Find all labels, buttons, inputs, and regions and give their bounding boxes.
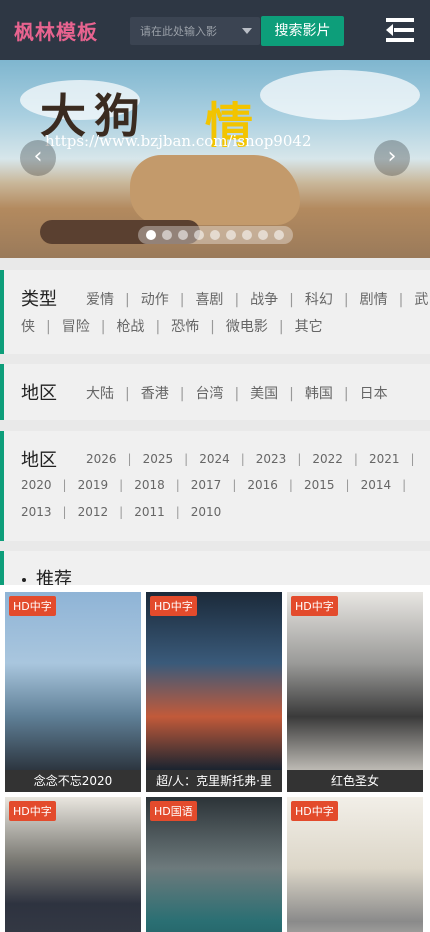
quality-badge: HD中字	[291, 596, 338, 616]
year-line-2: 2020 | 2019 | 2018 | 2017 | 2016 | 2015 | 2014 |	[21, 478, 407, 492]
quality-badge: HD国语	[150, 801, 197, 821]
carousel-dots	[138, 226, 293, 244]
region-link[interactable]: 韩国	[305, 386, 333, 402]
year-link[interactable]: 2025	[143, 452, 174, 466]
carousel-dot[interactable]	[258, 230, 268, 240]
quality-badge: HD中字	[9, 801, 56, 821]
genre-link[interactable]: 武	[414, 292, 428, 308]
chevron-right-icon[interactable]: ›	[374, 140, 410, 176]
year-link[interactable]: 2016	[247, 478, 278, 492]
year-link[interactable]: 2017	[191, 478, 222, 492]
movie-poster[interactable]	[146, 592, 282, 770]
genre-link[interactable]: 动作	[141, 292, 169, 308]
genre-filter-section: 类型 爱情 | 动作 | 喜剧 | 战争 | 科幻 | 剧情 | 武 侠 | 冒险 | 枪战 | 恐怖 | 微电影 | 其它	[0, 270, 430, 354]
movie-card[interactable]: HD中字 超/人：克里斯托弗·里	[146, 592, 282, 792]
year-link[interactable]: 2011	[134, 505, 165, 519]
movie-card[interactable]: HD中字 红色圣女	[287, 592, 423, 792]
year-link[interactable]: 2022	[312, 452, 343, 466]
year-link[interactable]: 2026	[86, 452, 117, 466]
genre-link[interactable]: 枪战	[116, 319, 144, 335]
genre-link[interactable]: 冒险	[62, 319, 90, 335]
year-link[interactable]: 2013	[21, 505, 52, 519]
carousel-dot[interactable]	[210, 230, 220, 240]
movie-title[interactable]: 红色圣女	[287, 770, 423, 792]
region-link[interactable]: 大陆	[86, 386, 114, 402]
movie-card[interactable]: HD中字	[287, 797, 423, 932]
year-filter-section: 地区 2026 | 2025 | 2024 | 2023 | 2022 | 2021 | 2020 | 2…	[0, 431, 430, 541]
year-link[interactable]: 2018	[134, 478, 165, 492]
genre-title: 类型	[21, 289, 57, 310]
movie-title[interactable]: 超/人：克里斯托弗·里	[146, 770, 282, 792]
recommend-header: 推荐	[0, 551, 430, 590]
year-link[interactable]: 2023	[256, 452, 287, 466]
banner-carousel[interactable]: 大狗 情 https://www.bzjban.com/isnop9042 ‹ …	[0, 60, 430, 258]
movie-card[interactable]: HD国语	[146, 797, 282, 932]
genre-link[interactable]: 战争	[250, 292, 278, 308]
genre-link[interactable]: 喜剧	[195, 292, 223, 308]
region-link[interactable]: 台湾	[195, 386, 223, 402]
carousel-dot[interactable]	[178, 230, 188, 240]
genre-line-2: 侠 | 冒险 | 枪战 | 恐怖 | 微电影 | 其它	[21, 319, 323, 335]
movie-card[interactable]: HD中字 念念不忘2020	[5, 592, 141, 792]
year-line-3: 2013 | 2012 | 2011 | 2010	[21, 505, 222, 519]
carousel-dot[interactable]	[146, 230, 156, 240]
region-link[interactable]: 美国	[250, 386, 278, 402]
site-logo[interactable]: 枫林模板	[14, 16, 98, 45]
quality-badge: HD中字	[9, 596, 56, 616]
movie-poster[interactable]	[287, 592, 423, 770]
chevron-left-icon[interactable]: ‹	[20, 140, 56, 176]
year-link[interactable]: 2012	[78, 505, 109, 519]
genre-link[interactable]: 微电影	[226, 319, 268, 335]
region-link[interactable]: 香港	[141, 386, 169, 402]
carousel-dot[interactable]	[274, 230, 284, 240]
year-link[interactable]: 2024	[199, 452, 230, 466]
search-button[interactable]: 搜索影片	[261, 16, 344, 46]
region-title: 地区	[21, 383, 57, 404]
carousel-dot[interactable]	[226, 230, 236, 240]
genre-line-1: 爱情 | 动作 | 喜剧 | 战争 | 科幻 | 剧情 | 武	[86, 292, 429, 308]
banner-image	[130, 155, 300, 225]
year-link[interactable]: 2010	[191, 505, 222, 519]
region-filter-section: 地区 大陆 | 香港 | 台湾 | 美国 | 韩国 | 日本	[0, 364, 430, 420]
menu-icon[interactable]	[386, 18, 414, 42]
carousel-dot[interactable]	[242, 230, 252, 240]
year-line-1: 2026 | 2025 | 2024 | 2023 | 2022 | 2021 |	[86, 452, 415, 466]
region-line: 大陆 | 香港 | 台湾 | 美国 | 韩国 | 日本	[86, 386, 388, 402]
genre-link[interactable]: 剧情	[360, 292, 388, 308]
top-header: 枫林模板 搜索影片	[0, 0, 430, 60]
quality-badge: HD中字	[291, 801, 338, 821]
chevron-down-icon[interactable]	[242, 28, 252, 34]
search-box	[130, 17, 260, 45]
movie-card[interactable]: HD中字	[5, 797, 141, 932]
carousel-dot[interactable]	[194, 230, 204, 240]
genre-link[interactable]: 恐怖	[171, 319, 199, 335]
genre-link[interactable]: 其它	[295, 319, 323, 335]
genre-link[interactable]: 爱情	[86, 292, 114, 308]
year-title: 地区	[21, 450, 57, 471]
year-link[interactable]: 2015	[304, 478, 335, 492]
search-input[interactable]	[130, 17, 238, 45]
genre-link[interactable]: 侠	[21, 319, 35, 335]
year-link[interactable]: 2021	[369, 452, 400, 466]
region-link[interactable]: 日本	[360, 386, 388, 402]
genre-link[interactable]: 科幻	[305, 292, 333, 308]
movie-poster[interactable]	[5, 592, 141, 770]
movie-grid: HD中字 念念不忘2020 HD中字 超/人：克里斯托弗·里 HD中字 红色圣女…	[0, 585, 430, 932]
quality-badge: HD中字	[150, 596, 197, 616]
carousel-dot[interactable]	[162, 230, 172, 240]
year-link[interactable]: 2014	[361, 478, 392, 492]
year-link[interactable]: 2020	[21, 478, 52, 492]
year-link[interactable]: 2019	[78, 478, 109, 492]
movie-title[interactable]: 念念不忘2020	[5, 770, 141, 792]
banner-watermark: https://www.bzjban.com/isnop9042	[45, 132, 312, 150]
